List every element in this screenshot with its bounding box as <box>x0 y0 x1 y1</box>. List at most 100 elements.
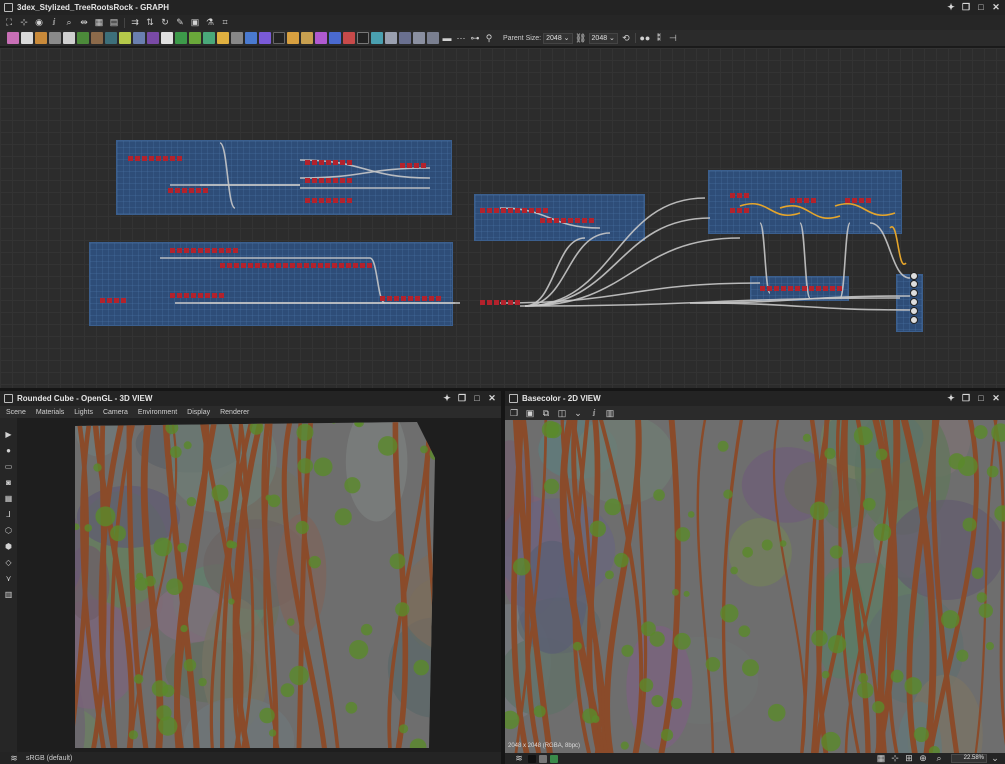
fx-map-node-icon[interactable] <box>245 32 257 44</box>
plane-icon[interactable]: ◇ <box>3 556 15 568</box>
colorspace-select[interactable]: sRGB (default) <box>26 755 72 762</box>
snap-icon[interactable]: ⊣ <box>667 32 679 44</box>
export-icon[interactable]: ▣ <box>189 17 201 29</box>
zoom-dropdown-icon[interactable]: ⌄ <box>989 753 1001 764</box>
crop-icon[interactable]: ⌗ <box>219 17 231 29</box>
menu-lights[interactable]: Lights <box>74 409 93 416</box>
pin-node-icon[interactable] <box>399 32 411 44</box>
pin-icon[interactable]: ✦ <box>946 393 956 403</box>
shuffle-node-icon[interactable] <box>63 32 75 44</box>
menu-display[interactable]: Display <box>187 409 210 416</box>
connection-style-icon[interactable]: ●● <box>639 32 651 44</box>
overlay-icon[interactable]: ⊕ <box>917 753 929 764</box>
text-node-icon[interactable] <box>315 32 327 44</box>
camera-icon[interactable]: ▶ <box>3 428 15 440</box>
link-mode-icon[interactable]: ⇹ <box>78 17 90 29</box>
align-icon[interactable]: ▦ <box>93 17 105 29</box>
copy-icon[interactable]: ❐ <box>508 407 520 419</box>
hsl-node-icon[interactable] <box>147 32 159 44</box>
sharpen-node-icon[interactable] <box>217 32 229 44</box>
rotate-icon[interactable]: ↻ <box>159 17 171 29</box>
output-size-select[interactable]: 2048 ⌄ <box>588 32 618 44</box>
maximize-icon[interactable]: □ <box>472 393 482 403</box>
curve-node-icon[interactable] <box>77 32 89 44</box>
value-processor-icon[interactable] <box>273 32 285 44</box>
close-icon[interactable]: ✕ <box>991 2 1001 12</box>
menu-renderer[interactable]: Renderer <box>220 409 249 416</box>
close-icon[interactable]: ✕ <box>991 393 1001 403</box>
connect-icon[interactable]: ⇅ <box>144 17 156 29</box>
cube-mesh-icon[interactable]: ⬢ <box>3 540 15 552</box>
frame-node-icon[interactable] <box>371 32 383 44</box>
frame-selected-icon[interactable]: ⊹ <box>18 17 30 29</box>
stats-icon[interactable]: ▥ <box>3 588 15 600</box>
bg-gray-icon[interactable] <box>539 754 547 763</box>
bitmap-node-icon[interactable] <box>35 32 47 44</box>
frame-all-icon[interactable]: ⛶ <box>3 17 15 29</box>
grid-icon[interactable]: ▤ <box>108 17 120 29</box>
compare-icon[interactable]: ◫ <box>556 407 568 419</box>
size-link-icon[interactable]: ⛓ <box>575 32 587 44</box>
render-icon[interactable]: ◙ <box>3 476 15 488</box>
reroute-icon[interactable]: ⋯ <box>455 32 467 44</box>
menu-camera[interactable]: Camera <box>103 409 128 416</box>
pin-tool-icon[interactable]: ⚲ <box>483 32 495 44</box>
menu-materials[interactable]: Materials <box>36 409 64 416</box>
tangent-icon[interactable]: ⋎ <box>3 572 15 584</box>
2d-viewport[interactable] <box>505 420 1005 753</box>
graph-node-icon[interactable] <box>427 32 439 44</box>
search-icon[interactable]: ⌕ <box>63 17 75 29</box>
restore-icon[interactable]: ❐ <box>457 393 467 403</box>
restore-icon[interactable]: ❐ <box>961 393 971 403</box>
comment-node-icon[interactable] <box>385 32 397 44</box>
warp-node-icon[interactable] <box>161 32 173 44</box>
layers-icon[interactable]: ≋ <box>8 752 20 764</box>
pin-icon[interactable]: ✦ <box>442 393 452 403</box>
bg-checker-icon[interactable] <box>550 754 558 763</box>
zoom-fit-icon[interactable]: ⌕ <box>933 753 945 764</box>
warning-node-icon[interactable] <box>301 32 313 44</box>
grid-view-icon[interactable]: ▦ <box>875 753 887 764</box>
uniform-color-icon[interactable] <box>21 32 33 44</box>
bg-black-icon[interactable] <box>528 754 536 763</box>
histogram-icon[interactable]: ▥ <box>604 407 616 419</box>
ao-node-icon[interactable] <box>189 32 201 44</box>
info-icon[interactable]: ⅈ <box>588 407 600 419</box>
pin-icon[interactable]: ✦ <box>946 2 956 12</box>
fit-icon[interactable]: ⊞ <box>903 753 915 764</box>
menu-scene[interactable]: Scene <box>6 409 26 416</box>
tiling-icon[interactable]: ⊹ <box>889 753 901 764</box>
3d-viewport[interactable] <box>17 418 501 752</box>
levels-node-icon[interactable] <box>133 32 145 44</box>
channel-icon[interactable]: ⌄ <box>572 407 584 419</box>
node-style-icon[interactable]: ⁑ <box>653 32 665 44</box>
height-node-icon[interactable] <box>203 32 215 44</box>
noise-node-icon[interactable] <box>91 32 103 44</box>
duplicate-icon[interactable]: ⧉ <box>540 407 552 419</box>
dot-node-icon[interactable] <box>413 32 425 44</box>
screenshot-icon[interactable]: ◉ <box>33 17 45 29</box>
light-icon[interactable]: ● <box>3 444 15 456</box>
info-icon[interactable]: ⅈ <box>48 17 60 29</box>
save-icon[interactable]: ▣ <box>524 407 536 419</box>
atomic-node-icon[interactable] <box>7 32 19 44</box>
distance-node-icon[interactable] <box>231 32 243 44</box>
parent-size-select[interactable]: 2048 ⌄ <box>543 32 573 44</box>
input-node-icon[interactable] <box>357 32 369 44</box>
mesh-icon[interactable]: ⬡ <box>3 524 15 536</box>
zoom-level-field[interactable]: 22.58% <box>951 754 987 763</box>
output-node-icon[interactable] <box>343 32 355 44</box>
close-icon[interactable]: ✕ <box>487 393 497 403</box>
svg-node-icon[interactable] <box>287 32 299 44</box>
comment-icon[interactable]: ▬ <box>441 32 453 44</box>
shading-icon[interactable]: ▦ <box>3 492 15 504</box>
graph-canvas[interactable] <box>0 48 1005 388</box>
tools-icon[interactable]: ✎ <box>174 17 186 29</box>
pattern-node-icon[interactable] <box>105 32 117 44</box>
axis-icon[interactable]: ⅃ <box>3 508 15 520</box>
gradient-node-icon[interactable] <box>119 32 131 44</box>
reset-icon[interactable]: ⟲ <box>620 32 632 44</box>
pixel-processor-icon[interactable] <box>259 32 271 44</box>
blend-node-icon[interactable] <box>49 32 61 44</box>
normal-node-icon[interactable] <box>175 32 187 44</box>
